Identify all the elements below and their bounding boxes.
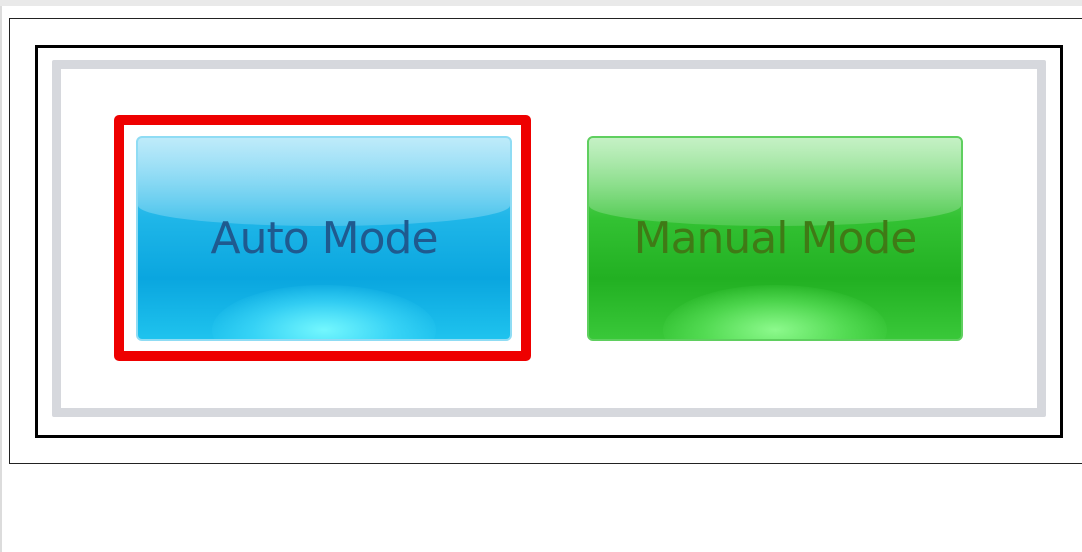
top-strip (0, 0, 1082, 6)
auto-mode-label: Auto Mode (210, 213, 438, 264)
manual-mode-button[interactable]: Manual Mode (587, 136, 963, 341)
button-glow (663, 284, 887, 339)
manual-mode-label: Manual Mode (633, 213, 918, 264)
left-rule (0, 6, 2, 552)
